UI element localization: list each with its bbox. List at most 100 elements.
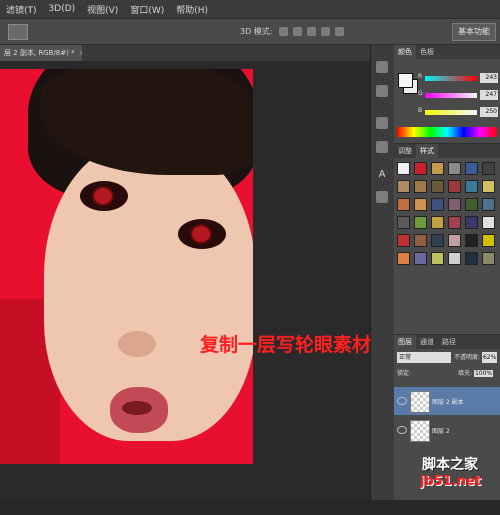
opacity-control: 不透明度: 62%: [454, 352, 498, 363]
style-swatch[interactable]: [482, 216, 495, 229]
style-swatch[interactable]: [448, 180, 461, 193]
tab-color[interactable]: 颜色: [394, 45, 416, 59]
blue-value[interactable]: 250: [480, 107, 498, 117]
style-swatch[interactable]: [414, 162, 427, 175]
menu-help[interactable]: 帮助(H): [176, 3, 208, 16]
canvas-area[interactable]: [0, 61, 370, 500]
menu-3d[interactable]: 3D(D): [49, 4, 76, 14]
style-swatch[interactable]: [465, 216, 478, 229]
style-swatch[interactable]: [465, 180, 478, 193]
workspace-button[interactable]: 基本功能: [452, 23, 496, 41]
history-icon[interactable]: [376, 61, 388, 73]
tab-paths[interactable]: 路径: [438, 335, 460, 349]
visibility-eye-icon[interactable]: [397, 397, 407, 405]
style-swatch[interactable]: [482, 162, 495, 175]
style-swatch[interactable]: [397, 234, 410, 247]
watermark-line1: 脚本之家: [422, 457, 478, 473]
tab-styles[interactable]: 样式: [416, 144, 438, 158]
menu-filter[interactable]: 滤镜(T): [6, 3, 37, 16]
style-swatch[interactable]: [431, 234, 444, 247]
style-swatch[interactable]: [448, 216, 461, 229]
style-swatch[interactable]: [448, 162, 461, 175]
style-swatch[interactable]: [397, 162, 410, 175]
photo-right-eye: [178, 219, 226, 249]
tutorial-annotation: 复制一层写轮眼素材: [200, 334, 372, 356]
style-swatch[interactable]: [465, 198, 478, 211]
color-panel: R 243 G 247 B 250: [394, 59, 500, 143]
foreground-color-swatch[interactable]: [398, 73, 413, 88]
style-swatch[interactable]: [414, 180, 427, 193]
style-swatch[interactable]: [465, 252, 478, 265]
tab-adjustments[interactable]: 调整: [394, 144, 416, 158]
red-slider-track[interactable]: [425, 76, 477, 81]
style-swatch[interactable]: [397, 180, 410, 193]
style-swatch[interactable]: [431, 198, 444, 211]
document-tab-title: 层 2 副本, RGB/8#) *: [4, 49, 75, 57]
layer-row[interactable]: 图层 2: [394, 416, 500, 444]
style-swatch[interactable]: [448, 252, 461, 265]
layer-row-selected[interactable]: 图层 2 副本: [394, 387, 500, 415]
red-value[interactable]: 243: [480, 73, 498, 83]
style-swatch[interactable]: [431, 252, 444, 265]
style-swatch[interactable]: [414, 234, 427, 247]
style-swatch[interactable]: [414, 198, 427, 211]
paragraph-icon[interactable]: [376, 191, 388, 203]
style-swatch[interactable]: [397, 198, 410, 211]
slide-3d-icon[interactable]: [320, 27, 330, 36]
red-slider[interactable]: R 243: [418, 73, 500, 85]
blend-mode-select[interactable]: 正常: [397, 352, 451, 363]
color-spectrum[interactable]: [397, 127, 497, 137]
green-value[interactable]: 247: [480, 90, 498, 100]
tool-preset-icon[interactable]: [8, 23, 28, 40]
style-swatch[interactable]: [482, 198, 495, 211]
close-icon[interactable]: ×: [79, 49, 82, 57]
style-swatch[interactable]: [448, 198, 461, 211]
brush-icon[interactable]: [376, 117, 388, 129]
style-swatch[interactable]: [482, 180, 495, 193]
blue-slider-track[interactable]: [425, 110, 477, 115]
3d-mode-icons: [278, 27, 344, 36]
character-icon[interactable]: A: [376, 169, 388, 181]
brush-presets-icon[interactable]: [376, 141, 388, 153]
menu-view[interactable]: 视图(V): [87, 3, 118, 16]
style-swatch[interactable]: [482, 252, 495, 265]
layer-name: 图层 2 副本: [432, 399, 464, 406]
layers-panel-tabs: 图层 通道 路径: [394, 335, 500, 349]
document-tab[interactable]: 层 2 副本, RGB/8#) * ×: [0, 45, 82, 61]
pan-3d-icon[interactable]: [306, 27, 316, 36]
photo-mouth: [110, 387, 168, 433]
styles-panel-tabs: 调整 样式: [394, 144, 500, 158]
style-swatch[interactable]: [431, 180, 444, 193]
fill-input[interactable]: 100%: [473, 370, 494, 377]
menu-window[interactable]: 窗口(W): [130, 3, 164, 16]
tab-channels[interactable]: 通道: [416, 335, 438, 349]
style-swatch[interactable]: [397, 216, 410, 229]
style-swatch[interactable]: [465, 162, 478, 175]
actions-icon[interactable]: [376, 85, 388, 97]
layer-thumbnail: [410, 391, 430, 413]
green-slider-track[interactable]: [425, 93, 477, 98]
style-swatch[interactable]: [448, 234, 461, 247]
green-slider[interactable]: G 247: [418, 90, 500, 102]
tab-swatches[interactable]: 色板: [416, 45, 438, 59]
style-swatch[interactable]: [414, 216, 427, 229]
red-label: R: [418, 73, 423, 80]
options-bar: 3D 模式:: [0, 18, 500, 45]
rotate-3d-icon[interactable]: [278, 27, 288, 36]
visibility-eye-icon[interactable]: [397, 426, 407, 434]
style-swatch[interactable]: [482, 234, 495, 247]
photo-left-eye: [80, 181, 128, 211]
photo-nose: [118, 331, 156, 357]
roll-3d-icon[interactable]: [292, 27, 302, 36]
style-swatch[interactable]: [414, 252, 427, 265]
style-swatch[interactable]: [397, 252, 410, 265]
style-swatch[interactable]: [465, 234, 478, 247]
style-swatch[interactable]: [431, 216, 444, 229]
scale-3d-icon[interactable]: [334, 27, 344, 36]
style-swatch[interactable]: [431, 162, 444, 175]
blue-slider[interactable]: B 250: [418, 107, 500, 119]
panel-icon-strip: A: [370, 45, 396, 500]
tab-layers[interactable]: 图层: [394, 335, 416, 349]
fill-label: 填充:: [458, 370, 473, 377]
opacity-input[interactable]: 62%: [481, 352, 498, 363]
